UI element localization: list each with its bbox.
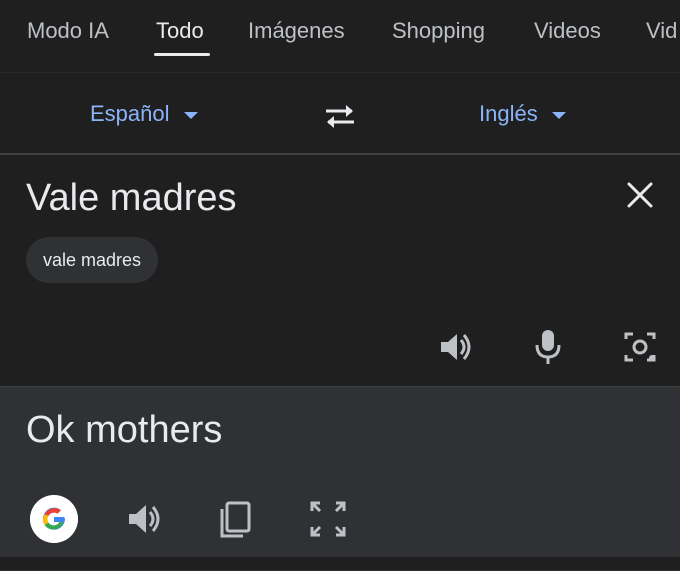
bottom-strip <box>0 557 680 570</box>
source-text-input[interactable]: Vale madres <box>26 177 237 220</box>
swap-languages-icon[interactable] <box>318 101 362 131</box>
source-language-select[interactable]: Español <box>90 101 198 127</box>
active-tab-indicator <box>154 53 210 56</box>
fullscreen-icon[interactable] <box>306 497 350 541</box>
translated-text: Ok mothers <box>26 409 223 451</box>
translation-panel: Ok mothers <box>0 386 680 571</box>
language-bar: Español Inglés <box>0 73 680 153</box>
speaker-icon[interactable] <box>124 497 168 541</box>
source-panel: Vale madres vale madres <box>0 155 680 385</box>
camera-icon[interactable] <box>620 327 660 367</box>
tab-videos[interactable]: Videos <box>534 18 601 44</box>
copy-icon[interactable] <box>214 497 258 541</box>
chevron-down-icon <box>551 112 566 119</box>
google-logo[interactable] <box>30 495 78 543</box>
chevron-down-icon <box>183 112 198 119</box>
speaker-icon[interactable] <box>437 327 477 367</box>
microphone-icon[interactable] <box>528 327 568 367</box>
search-tabs: Modo IA Todo Imágenes Shopping Videos Vi… <box>0 0 680 72</box>
close-icon[interactable] <box>624 179 656 211</box>
tab-todo[interactable]: Todo <box>156 18 204 44</box>
source-language-label: Español <box>90 101 170 126</box>
suggestion-chip[interactable]: vale madres <box>26 237 159 283</box>
tab-imagenes[interactable]: Imágenes <box>248 18 345 44</box>
tab-vid-truncated[interactable]: Vid <box>646 18 677 44</box>
tab-modo-ia[interactable]: Modo IA <box>27 18 109 44</box>
tab-shopping[interactable]: Shopping <box>392 18 485 44</box>
target-language-select[interactable]: Inglés <box>479 101 566 127</box>
target-language-label: Inglés <box>479 101 538 126</box>
